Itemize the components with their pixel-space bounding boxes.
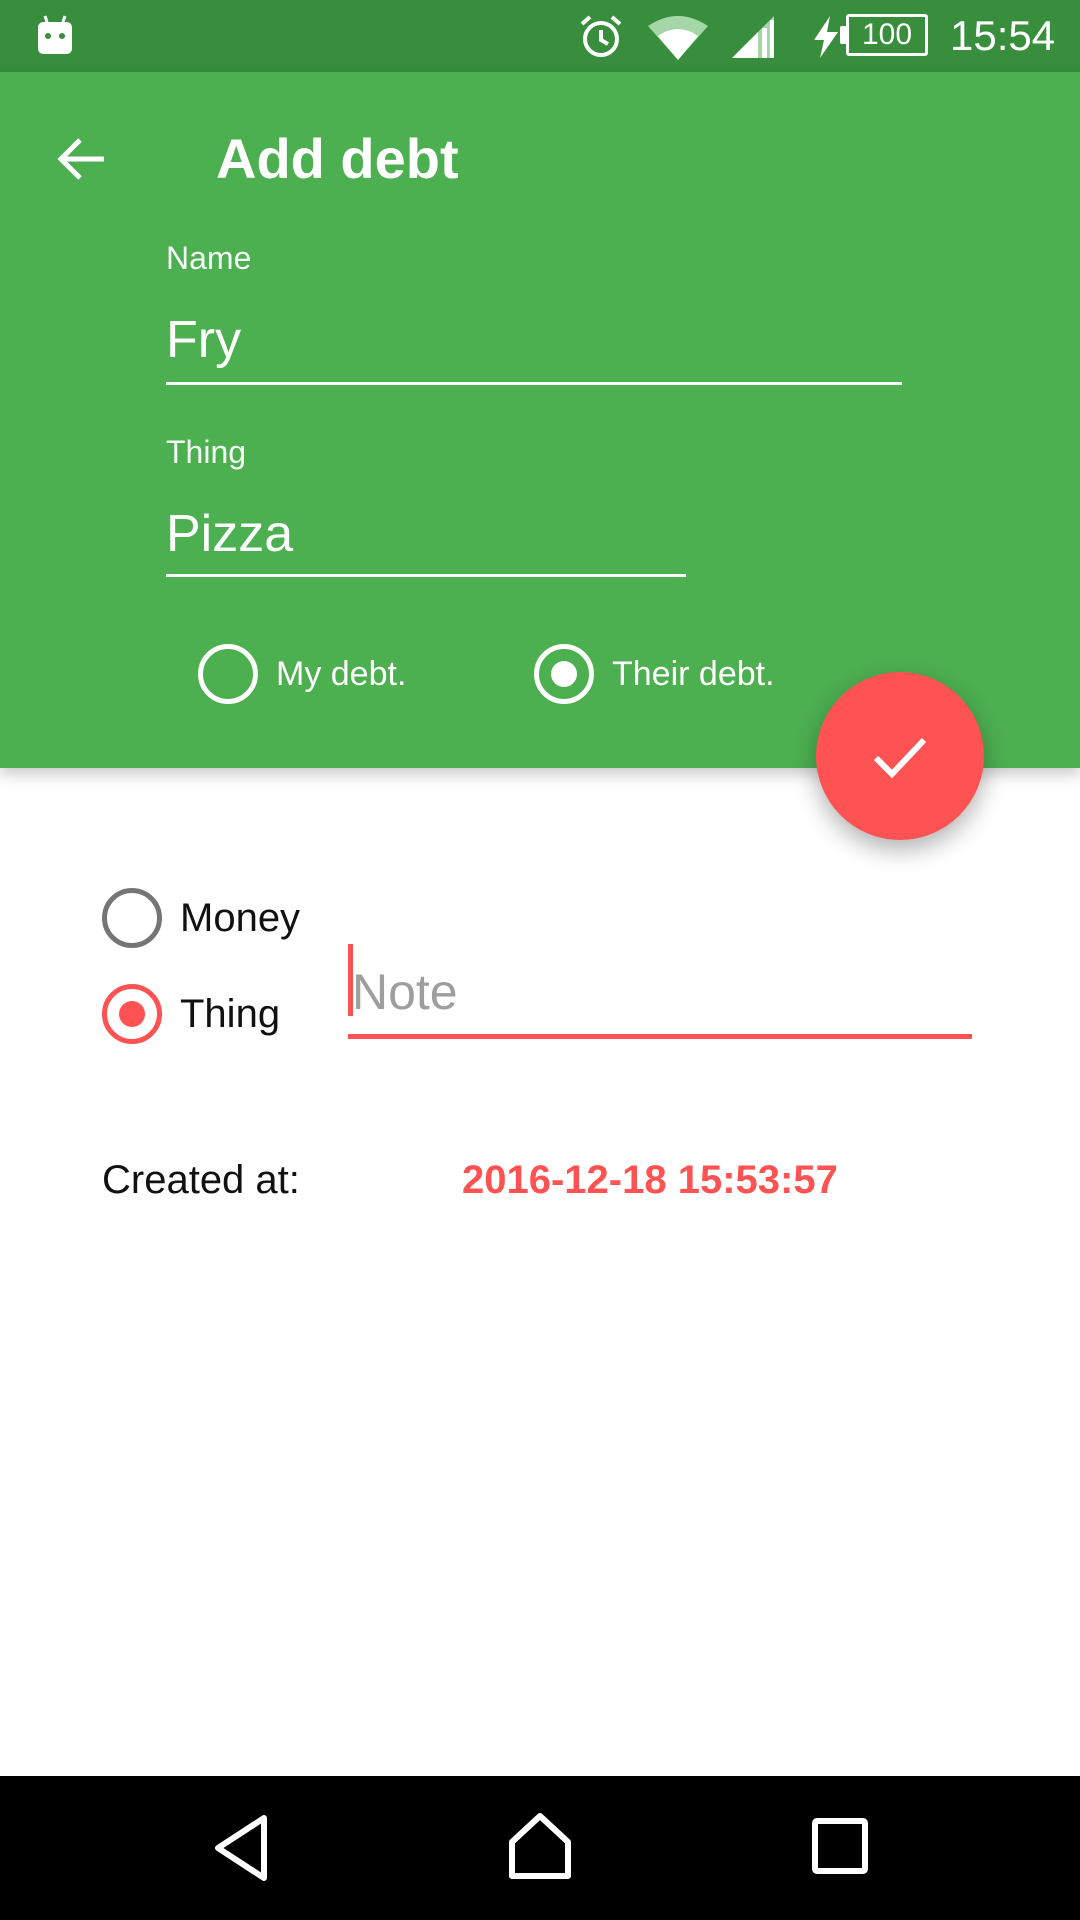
thing-field[interactable]: Pizza [166, 502, 293, 566]
radio-selected-dot [551, 661, 577, 687]
arrow-back-icon[interactable] [52, 128, 114, 190]
alarm-icon [580, 15, 622, 57]
radio-selected-dot [119, 1001, 145, 1027]
battery-icon: 100 [846, 14, 928, 56]
text-cursor [348, 944, 353, 1016]
save-fab-button[interactable] [816, 672, 984, 840]
their-debt-radio[interactable] [534, 644, 594, 704]
nav-back-icon[interactable] [212, 1814, 272, 1882]
signal-icon [732, 16, 774, 58]
my-debt-radio[interactable] [198, 644, 258, 704]
android-icon [38, 15, 72, 54]
their-debt-label[interactable]: Their debt. [612, 644, 775, 704]
money-label[interactable]: Money [180, 888, 300, 948]
created-at-label: Created at: [102, 1158, 300, 1202]
clock: 15:54 [950, 12, 1056, 59]
thing-radio[interactable] [102, 984, 162, 1044]
battery-level: 100 [861, 18, 913, 51]
money-radio[interactable] [102, 888, 162, 948]
note-underline [348, 1034, 972, 1039]
charging-icon [814, 16, 838, 58]
nav-recents-icon[interactable] [810, 1816, 870, 1876]
check-icon [873, 737, 927, 779]
name-field[interactable]: Fry [166, 308, 241, 372]
name-underline [166, 382, 902, 385]
created-at-value[interactable]: 2016-12-18 15:53:57 [462, 1156, 838, 1204]
wifi-icon [648, 16, 708, 60]
status-bar: 100 15:54 [0, 0, 1080, 72]
note-input[interactable] [348, 944, 972, 1040]
navigation-bar [0, 1776, 1080, 1920]
app-header: Add debt Name Fry Thing Pizza My debt. T… [0, 72, 1080, 768]
name-label: Name [166, 240, 252, 276]
thing-underline [166, 574, 686, 577]
thing-label: Thing [166, 434, 247, 470]
nav-home-icon[interactable] [506, 1810, 574, 1882]
page-title: Add debt [216, 127, 459, 190]
thing-type-label[interactable]: Thing [180, 984, 280, 1044]
my-debt-label[interactable]: My debt. [276, 644, 406, 704]
